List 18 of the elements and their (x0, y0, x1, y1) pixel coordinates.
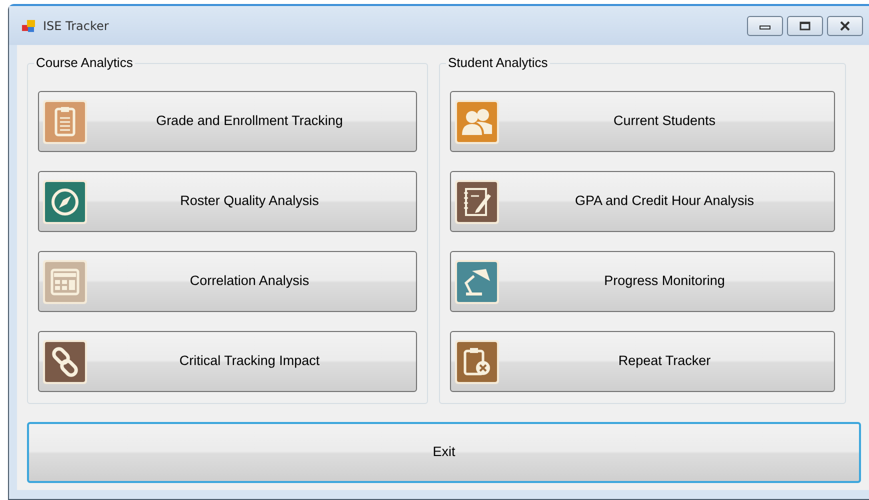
menu-button[interactable]: Critical Tracking Impact (38, 331, 417, 392)
maximize-button[interactable] (787, 16, 823, 36)
close-icon (839, 20, 851, 30)
menu-button[interactable]: Correlation Analysis (38, 251, 417, 312)
menu-button[interactable]: Roster Quality Analysis (38, 171, 417, 232)
app-icon (21, 18, 37, 34)
menu-button[interactable]: GPA and Credit Hour Analysis (450, 171, 835, 232)
menu-button[interactable]: Grade and Enrollment Tracking (38, 91, 417, 152)
menu-button[interactable]: Repeat Tracker (450, 331, 835, 392)
menu-button[interactable]: Progress Monitoring (450, 251, 835, 312)
close-button[interactable] (827, 16, 863, 36)
exit-button[interactable]: Exit (27, 422, 861, 483)
group-title: Student Analytics (446, 55, 550, 71)
maximize-icon (799, 20, 811, 30)
group-title: Course Analytics (34, 55, 135, 71)
minimize-button[interactable] (747, 16, 783, 36)
menu-button[interactable]: Current Students (450, 91, 835, 152)
window-title: ISE Tracker (43, 18, 109, 34)
